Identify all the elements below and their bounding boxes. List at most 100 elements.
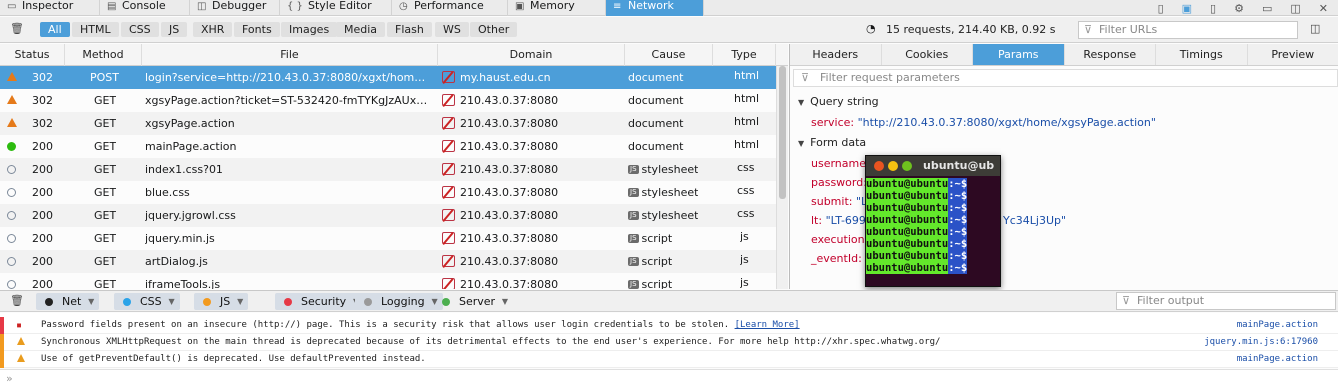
console-filter-js[interactable]: JS ▼ bbox=[194, 293, 249, 310]
col-file[interactable]: File bbox=[142, 44, 438, 66]
filter-params-input[interactable]: ⊽ Filter request parameters bbox=[793, 69, 1338, 87]
security-dot-icon bbox=[284, 298, 292, 306]
js-badge: JS bbox=[628, 280, 639, 289]
filter-media[interactable]: Media bbox=[336, 22, 386, 37]
performance-analysis-icon[interactable]: ◔ bbox=[866, 22, 876, 35]
cached-status-icon bbox=[7, 257, 16, 266]
filter-other[interactable]: Other bbox=[470, 22, 518, 37]
toggle-sidebar-icon[interactable]: ◫ bbox=[1310, 22, 1320, 35]
clear-requests-icon[interactable]: 🗑 bbox=[10, 22, 24, 35]
console-message[interactable]: Synchronous XMLHttpRequest on the main t… bbox=[0, 334, 1338, 351]
filter-urls-input[interactable]: ⊽ Filter URLs bbox=[1078, 21, 1298, 39]
table-row[interactable]: 200 GET jquery.min.js 210.43.0.37:8080 J… bbox=[0, 227, 776, 250]
insecure-lock-icon bbox=[442, 140, 455, 152]
filter-js[interactable]: JS bbox=[161, 22, 188, 37]
filter-flash[interactable]: Flash bbox=[387, 22, 432, 37]
method-cell: POST bbox=[90, 71, 119, 84]
filter-images[interactable]: Images bbox=[281, 22, 338, 37]
devtools-toolbar: ▭ Inspector ▤ Console ◫ Debugger { } Style E… bbox=[0, 0, 1338, 16]
tab-preview[interactable]: Preview bbox=[1248, 44, 1338, 65]
filter-fonts[interactable]: Fonts bbox=[234, 22, 280, 37]
col-status[interactable]: Status bbox=[0, 44, 65, 66]
maximize-window-button[interactable] bbox=[902, 161, 912, 171]
filter-css[interactable]: CSS bbox=[121, 22, 159, 37]
col-cause[interactable]: Cause bbox=[625, 44, 713, 66]
filter-output-input[interactable]: ⊽ Filter output bbox=[1116, 292, 1336, 310]
tab-network[interactable]: ≡ Network bbox=[606, 0, 704, 16]
message-source-link[interactable]: mainPage.action bbox=[1237, 351, 1318, 368]
console-message[interactable]: Use of getPreventDefault() is deprecated… bbox=[0, 351, 1338, 368]
popout-icon[interactable]: ◫ bbox=[1290, 2, 1300, 15]
console-output: ▪ Password fields present on an insecure… bbox=[0, 313, 1338, 368]
tab-style-editor[interactable]: { } Style Editor bbox=[280, 0, 392, 16]
tab-performance[interactable]: ◷ Performance bbox=[392, 0, 508, 16]
message-source-link[interactable]: mainPage.action bbox=[1237, 317, 1318, 334]
tab-memory[interactable]: ▣ Memory bbox=[508, 0, 606, 16]
table-row[interactable]: 302 POST login?service=http://210.43.0.3… bbox=[0, 66, 776, 89]
terminal-path: :~$ bbox=[948, 214, 968, 226]
terminal-window[interactable]: ubuntu@ub ubuntu@ubuntu:~$ ubuntu@ubuntu:… bbox=[865, 155, 1001, 287]
tab-params[interactable]: Params bbox=[973, 44, 1065, 65]
tab-console[interactable]: ▤ Console bbox=[100, 0, 190, 16]
method-cell: GET bbox=[94, 255, 117, 268]
status-cell: 302 bbox=[32, 94, 53, 107]
terminal-user: ubuntu@ubuntu bbox=[866, 226, 949, 238]
table-row[interactable]: 200 GET blue.css 210.43.0.37:8080 JS styl… bbox=[0, 181, 776, 204]
dock-icon[interactable]: ▭ bbox=[1262, 2, 1272, 15]
js-badge: JS bbox=[628, 211, 639, 220]
filter-html[interactable]: HTML bbox=[72, 22, 119, 37]
tab-headers[interactable]: Headers bbox=[790, 44, 882, 65]
performance-icon: ◷ bbox=[399, 1, 408, 12]
terminal-titlebar[interactable]: ubuntu@ub bbox=[866, 156, 1000, 176]
split-console-icon[interactable]: ▯ bbox=[1158, 2, 1164, 15]
tab-cookies[interactable]: Cookies bbox=[882, 44, 973, 65]
console-filter-css[interactable]: CSS ▼ bbox=[114, 293, 180, 310]
file-cell: xgsyPage.action bbox=[145, 117, 235, 130]
table-row[interactable]: 200 GET jquery.jgrowl.css 210.43.0.37:80… bbox=[0, 204, 776, 227]
table-row[interactable]: 200 GET iframeTools.js 210.43.0.37:8080 … bbox=[0, 273, 776, 289]
tab-debugger[interactable]: ◫ Debugger bbox=[190, 0, 280, 16]
query-string-section[interactable]: ▼ Query string bbox=[798, 95, 879, 108]
status-cell: 200 bbox=[32, 186, 53, 199]
tab-response[interactable]: Response bbox=[1065, 44, 1156, 65]
domain-cell: my.haust.edu.cn bbox=[460, 71, 551, 84]
form-data-section[interactable]: ▼ Form data bbox=[798, 136, 866, 149]
tab-timings[interactable]: Timings bbox=[1156, 44, 1248, 65]
filter-ws[interactable]: WS bbox=[435, 22, 469, 37]
scrollbar-thumb[interactable] bbox=[779, 66, 786, 199]
console-filter-security[interactable]: Security▼ bbox=[275, 293, 365, 310]
console-input[interactable]: » bbox=[0, 369, 1338, 388]
close-window-button[interactable] bbox=[874, 161, 884, 171]
terminal-prompt-line: ubuntu@ubuntu:~$ bbox=[866, 202, 1000, 214]
table-row[interactable]: 302 GET xgsyPage.action 210.43.0.37:8080… bbox=[0, 112, 776, 135]
col-method[interactable]: Method bbox=[65, 44, 142, 66]
responsive-mode-icon[interactable]: ▣ bbox=[1182, 2, 1192, 15]
console-filter-net[interactable]: Net ▼ bbox=[36, 293, 100, 310]
col-type[interactable]: Type bbox=[713, 44, 776, 66]
gear-icon[interactable]: ⚙ bbox=[1234, 2, 1244, 15]
clear-console-icon[interactable]: 🗑 bbox=[10, 294, 24, 307]
domain-cell: 210.43.0.37:8080 bbox=[460, 186, 559, 199]
console-filter-logging[interactable]: Logging ▼ bbox=[355, 293, 443, 310]
table-row[interactable]: 200 GET mainPage.action 210.43.0.37:8080… bbox=[0, 135, 776, 158]
table-row[interactable]: 200 GET artDialog.js 210.43.0.37:8080 JS… bbox=[0, 250, 776, 273]
filter-all[interactable]: All bbox=[40, 22, 70, 37]
terminal-output[interactable]: ubuntu@ubuntu:~$ ubuntu@ubuntu:~$ ubuntu@u… bbox=[866, 176, 1000, 274]
close-icon[interactable]: ✕ bbox=[1319, 2, 1328, 15]
table-row[interactable]: 302 GET xgsyPage.action?ticket=ST-532420… bbox=[0, 89, 776, 112]
console-message[interactable]: ▪ Password fields present on an insecure… bbox=[0, 317, 1338, 334]
screenshot-icon[interactable]: ▯ bbox=[1210, 2, 1216, 15]
chevron-down-icon: ▼ bbox=[501, 297, 509, 306]
tab-inspector[interactable]: ▭ Inspector bbox=[0, 0, 100, 16]
type-cell: html bbox=[734, 138, 760, 151]
requests-scrollbar[interactable] bbox=[776, 66, 788, 289]
cause-cell: JS script bbox=[628, 232, 673, 245]
minimize-window-button[interactable] bbox=[888, 161, 898, 171]
message-source-link[interactable]: jquery.min.js:6:17960 bbox=[1204, 334, 1318, 351]
col-domain[interactable]: Domain bbox=[438, 44, 625, 66]
console-filter-server[interactable]: Server ▼ bbox=[433, 293, 513, 310]
domain-cell: 210.43.0.37:8080 bbox=[460, 163, 559, 176]
filter-xhr[interactable]: XHR bbox=[193, 22, 233, 37]
table-row[interactable]: 200 GET index1.css?01 210.43.0.37:8080 J… bbox=[0, 158, 776, 181]
learn-more-link[interactable]: [Learn More] bbox=[735, 320, 800, 330]
